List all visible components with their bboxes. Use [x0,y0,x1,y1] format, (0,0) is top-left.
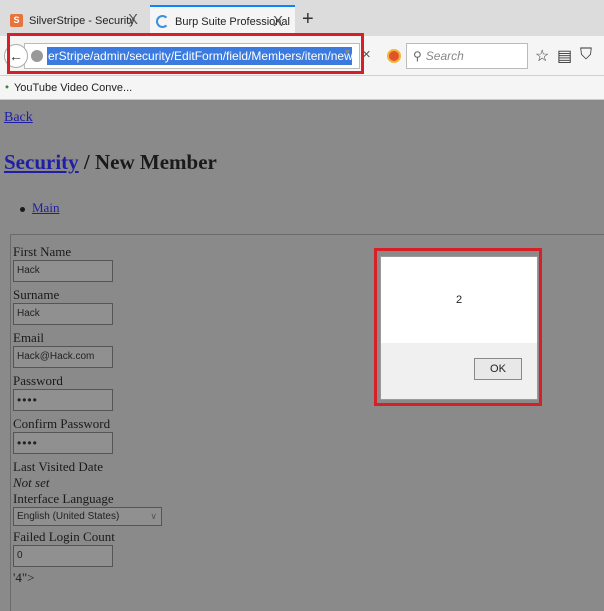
bookmarks-bar: ⬩ YouTube Video Conve... [0,76,604,100]
surname-field[interactable]: Hack [13,303,113,325]
search-input[interactable]: ⚲ Search [406,43,528,69]
dialog-footer: OK [381,343,537,399]
page-title-text: / New Member [78,150,217,174]
url-highlight-box [7,33,364,74]
password-field[interactable]: •••• [13,389,113,411]
ok-button[interactable]: OK [474,358,522,380]
nav-item-main: Main [20,200,59,216]
silverstripe-favicon-icon: S [10,14,23,27]
bullet-icon [20,206,25,212]
security-link[interactable]: Security [4,150,79,174]
password-label: Password [13,373,63,388]
search-icon: ⚲ [413,49,422,63]
first-name-label: First Name [13,244,72,259]
pocket-icon[interactable]: ⛉ [580,46,592,64]
first-name-field[interactable]: Hack [13,260,113,282]
last-visited-label: Last Visited Date [13,459,103,474]
tab-close-icon[interactable]: X [273,13,283,30]
tab-close-icon[interactable]: X [128,11,138,28]
tab-burp[interactable]: Burp Suite Professional X [150,5,295,36]
bookmark-item[interactable]: YouTube Video Conve... [14,82,132,94]
bookmark-favicon-icon: ⬩ [5,81,9,93]
last-visited-value: Not set [13,475,50,490]
reader-icon[interactable]: ▤ [557,46,572,66]
star-icon[interactable]: ☆ [535,46,549,66]
email-label: Email [13,330,45,345]
member-form: First Name Hack Surname Hack Email Hack@… [13,244,162,586]
confirm-password-field[interactable]: •••• [13,432,113,454]
interface-language-select[interactable]: English (United States) ∨ [13,507,162,526]
email-field[interactable]: Hack@Hack.com [13,346,113,368]
surname-label: Surname [13,287,60,302]
tab-silverstripe[interactable]: S SilverStripe - Security X [0,5,150,36]
tab-title: SilverStripe - Security [29,14,135,27]
dialog-message: 2 [381,257,537,343]
confirm-password-label: Confirm Password [13,416,111,431]
tab-bar: S SilverStripe - Security X Burp Suite P… [0,0,604,36]
chevron-down-icon: ∨ [150,511,157,521]
alert-dialog: 2 OK [380,256,538,400]
new-tab-button[interactable]: + [302,9,314,29]
interface-language-label: Interface Language [13,491,114,506]
injected-text: '4"> [13,570,35,585]
loading-spinner-icon [156,15,169,28]
back-link[interactable]: Back [4,110,33,126]
language-selected-value: English (United States) [17,511,120,522]
page-title: Security / New Member [4,150,217,175]
shield-icon[interactable] [387,49,401,63]
failed-login-field[interactable]: 0 [13,545,113,567]
search-placeholder: Search [425,49,464,63]
main-tab-link[interactable]: Main [32,200,59,215]
failed-login-label: Failed Login Count [13,529,115,544]
